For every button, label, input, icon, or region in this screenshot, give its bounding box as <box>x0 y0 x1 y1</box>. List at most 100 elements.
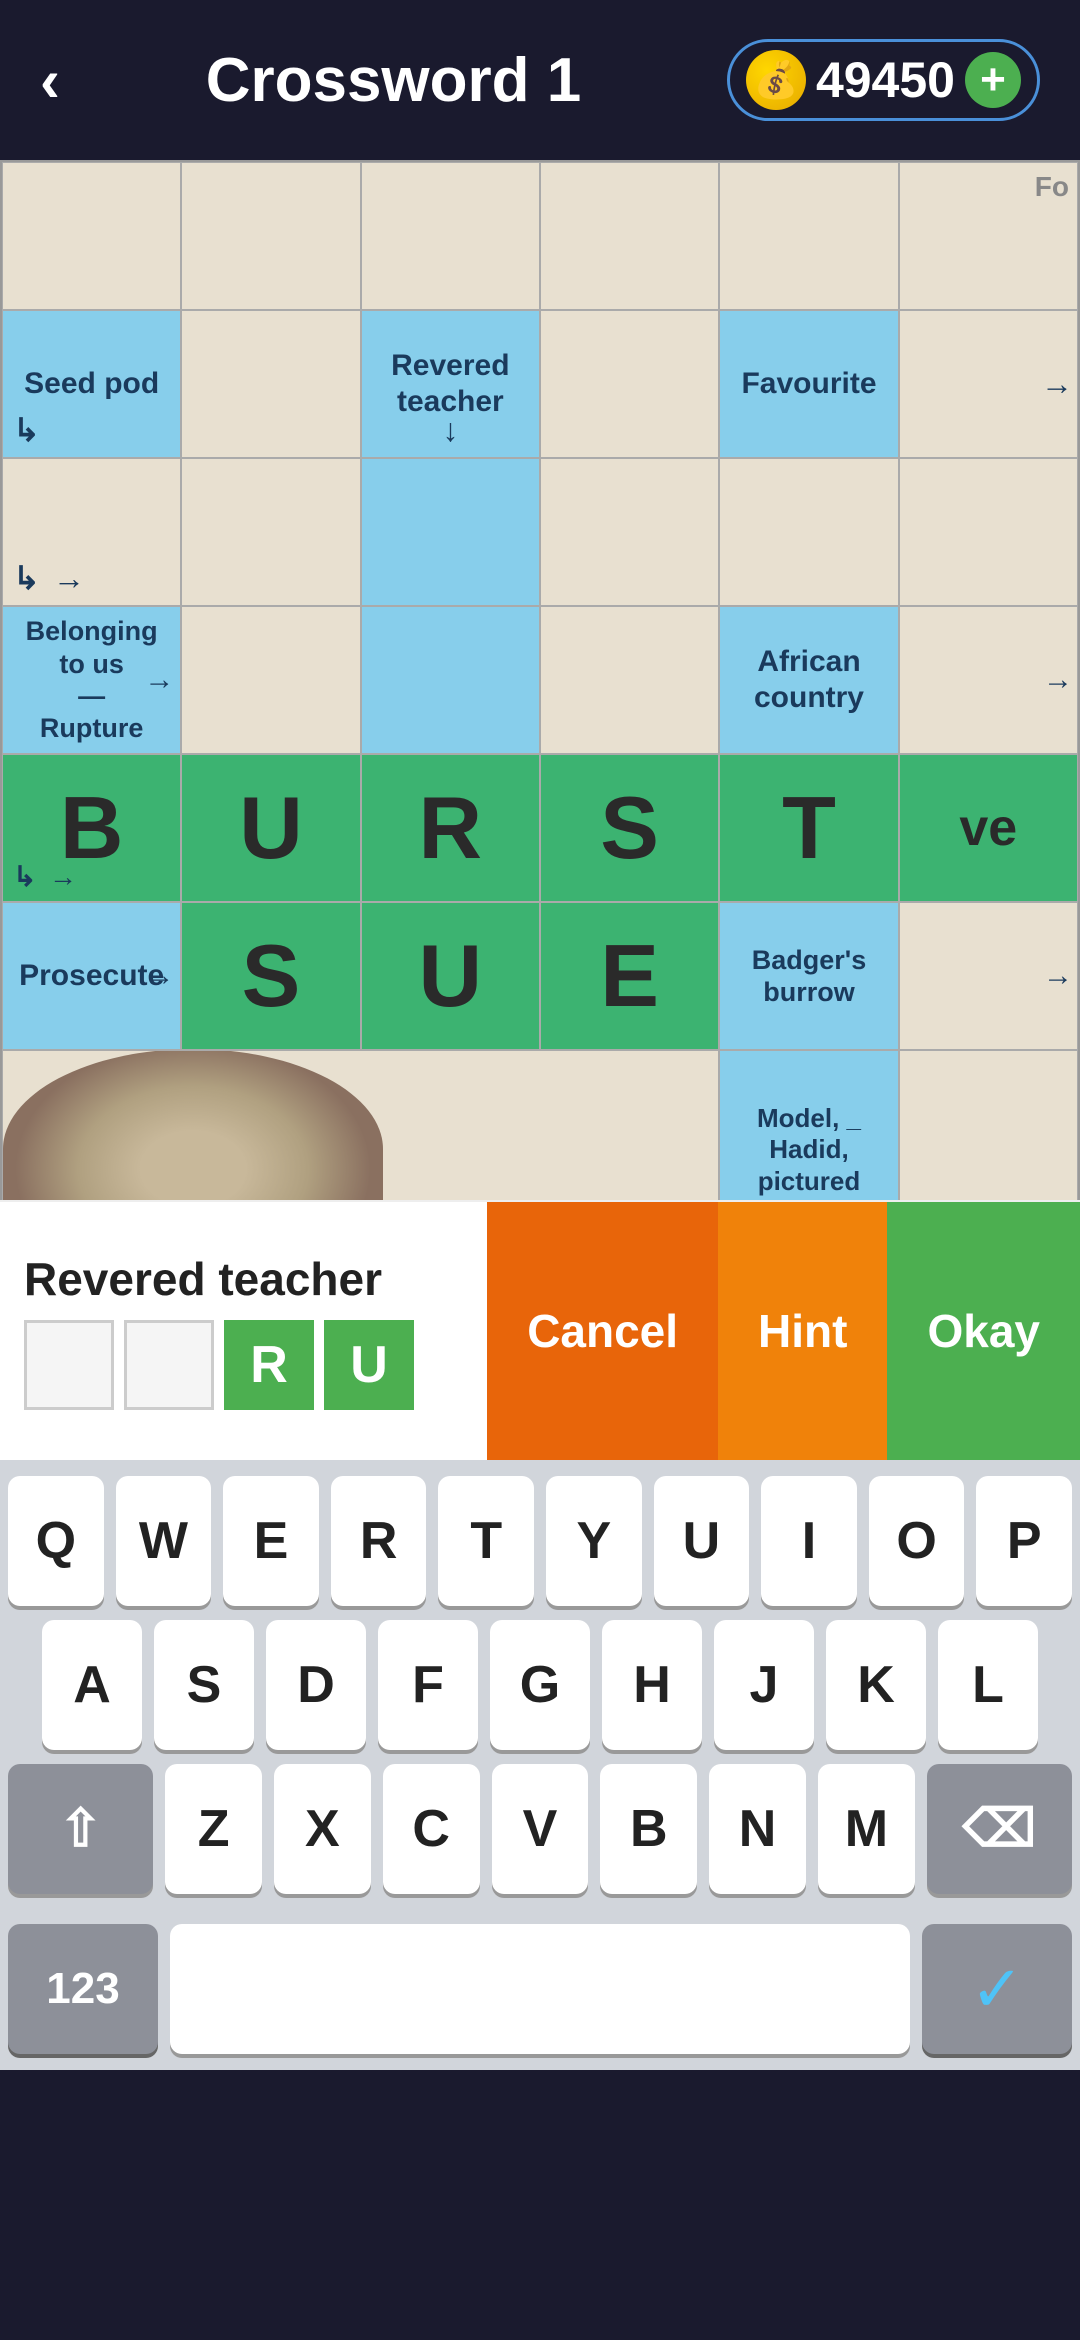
cell-image-area <box>2 1050 719 1200</box>
cell-r2c4[interactable] <box>540 310 719 458</box>
cell-belonging[interactable]: Belongingto us—Rupture → <box>2 606 181 754</box>
cell-african-country[interactable]: African country <box>719 606 898 754</box>
key-B[interactable]: B <box>600 1764 697 1894</box>
key-E[interactable]: E <box>223 1476 319 1606</box>
favourite-clue: Favourite <box>737 362 880 406</box>
key-T[interactable]: T <box>438 1476 534 1606</box>
key-S[interactable]: S <box>154 1620 254 1750</box>
cell-r2c2[interactable] <box>181 310 360 458</box>
key-space[interactable] <box>170 1924 910 2054</box>
letter-S2: S <box>242 925 301 1027</box>
cell-r5c6[interactable]: ve <box>899 754 1078 902</box>
cell-r6c6[interactable]: → <box>899 902 1078 1050</box>
cell-r3c4[interactable] <box>540 458 719 606</box>
coin-amount: 49450 <box>816 51 955 109</box>
african-country-clue: African country <box>720 640 897 720</box>
cell-r1c4[interactable] <box>540 162 719 310</box>
key-I[interactable]: I <box>761 1476 857 1606</box>
cell-prosecute[interactable]: Prosecute → <box>2 902 181 1050</box>
arrow-down-corner: ↳ <box>13 411 40 449</box>
cell-r1c6[interactable]: Fo <box>899 162 1078 310</box>
okay-button[interactable]: Okay <box>887 1202 1080 1460</box>
key-X[interactable]: X <box>274 1764 371 1894</box>
key-L[interactable]: L <box>938 1620 1038 1750</box>
key-H[interactable]: H <box>602 1620 702 1750</box>
cell-r3c2[interactable] <box>181 458 360 606</box>
answer-box-1[interactable] <box>24 1320 114 1410</box>
key-W[interactable]: W <box>116 1476 212 1606</box>
cell-r1c3[interactable] <box>361 162 540 310</box>
seed-pod-clue: Seed pod <box>20 362 163 406</box>
key-G[interactable]: G <box>490 1620 590 1750</box>
cell-r5c2[interactable]: U <box>181 754 360 902</box>
cell-r2c6[interactable]: → <box>899 310 1078 458</box>
shift-key[interactable]: ⇧ <box>8 1764 153 1894</box>
key-D[interactable]: D <box>266 1620 366 1750</box>
key-V[interactable]: V <box>492 1764 589 1894</box>
cell-r3c6[interactable] <box>899 458 1078 606</box>
coin-badge: 💰 49450 + <box>727 39 1040 121</box>
back-button[interactable]: ‹ <box>40 46 60 115</box>
cell-r5c3[interactable]: R <box>361 754 540 902</box>
letter-U2: U <box>419 925 483 1027</box>
answer-boxes-row: R U <box>24 1320 463 1410</box>
keyboard-bottom-row: 123 ✓ <box>0 1924 1080 2070</box>
key-C[interactable]: C <box>383 1764 480 1894</box>
cell-r7c6[interactable] <box>899 1050 1078 1200</box>
cell-r3c1[interactable]: ↳ → <box>2 458 181 606</box>
cell-r1c5[interactable] <box>719 162 898 310</box>
keyboard-row-1: Q W E R T Y U I O P <box>8 1476 1072 1606</box>
delete-key[interactable]: ⌫ <box>927 1764 1072 1894</box>
clue-action-bar: Revered teacher R U Cancel Hint Okay <box>0 1200 1080 1460</box>
keyboard: Q W E R T Y U I O P A S D F G H J K L ⇧ … <box>0 1460 1080 1924</box>
cell-r6c2[interactable]: S <box>181 902 360 1050</box>
belonging-clue: Belongingto us—Rupture <box>22 611 162 749</box>
cell-model-hadid[interactable]: Model, _ Hadid, pictured <box>719 1050 898 1200</box>
cell-r3c3-blue[interactable] <box>361 458 540 606</box>
top-bar: ‹ Crossword 1 💰 49450 + <box>0 0 1080 160</box>
cell-r4c3-blue[interactable] <box>361 606 540 754</box>
cell-badgers-burrow[interactable]: Badger's burrow <box>719 902 898 1050</box>
key-done[interactable]: ✓ <box>922 1924 1072 2054</box>
key-O[interactable]: O <box>869 1476 965 1606</box>
cell-r4c4[interactable] <box>540 606 719 754</box>
cell-revered-teacher[interactable]: Revered teacher ↓ <box>361 310 540 458</box>
cancel-button[interactable]: Cancel <box>487 1202 718 1460</box>
hint-button[interactable]: Hint <box>718 1202 887 1460</box>
key-Y[interactable]: Y <box>546 1476 642 1606</box>
key-F[interactable]: F <box>378 1620 478 1750</box>
key-M[interactable]: M <box>818 1764 915 1894</box>
cell-r4c6[interactable]: → <box>899 606 1078 754</box>
key-123[interactable]: 123 <box>8 1924 158 2054</box>
key-Z[interactable]: Z <box>165 1764 262 1894</box>
key-Q[interactable]: Q <box>8 1476 104 1606</box>
add-coins-button[interactable]: + <box>965 52 1021 108</box>
clue-input-area: Revered teacher R U <box>0 1202 487 1460</box>
key-U[interactable]: U <box>654 1476 750 1606</box>
key-N[interactable]: N <box>709 1764 806 1894</box>
cell-favourite[interactable]: Favourite <box>719 310 898 458</box>
answer-box-4[interactable]: U <box>324 1320 414 1410</box>
letter-T: T <box>782 777 836 879</box>
answer-box-2[interactable] <box>124 1320 214 1410</box>
cell-r1c2[interactable] <box>181 162 360 310</box>
cell-r5c4[interactable]: S <box>540 754 719 902</box>
badgers-burrow-clue: Badger's burrow <box>720 940 897 1013</box>
cell-r5c5[interactable]: T <box>719 754 898 902</box>
letter-ve: ve <box>959 798 1017 858</box>
key-K[interactable]: K <box>826 1620 926 1750</box>
cell-r6c4[interactable]: E <box>540 902 719 1050</box>
cell-r6c3[interactable]: U <box>361 902 540 1050</box>
key-J[interactable]: J <box>714 1620 814 1750</box>
grid-cells: Fo Seed pod ↳ Revered teacher ↓ Favourit… <box>0 160 1080 1200</box>
key-A[interactable]: A <box>42 1620 142 1750</box>
cell-r4c2[interactable] <box>181 606 360 754</box>
cell-seed-pod[interactable]: Seed pod ↳ <box>2 310 181 458</box>
key-R[interactable]: R <box>331 1476 427 1606</box>
key-P[interactable]: P <box>976 1476 1072 1606</box>
cell-r5c1[interactable]: B ↳ → <box>2 754 181 902</box>
cell-r1c1[interactable] <box>2 162 181 310</box>
letter-S: S <box>600 777 659 879</box>
cell-r3c5[interactable] <box>719 458 898 606</box>
answer-box-3[interactable]: R <box>224 1320 314 1410</box>
